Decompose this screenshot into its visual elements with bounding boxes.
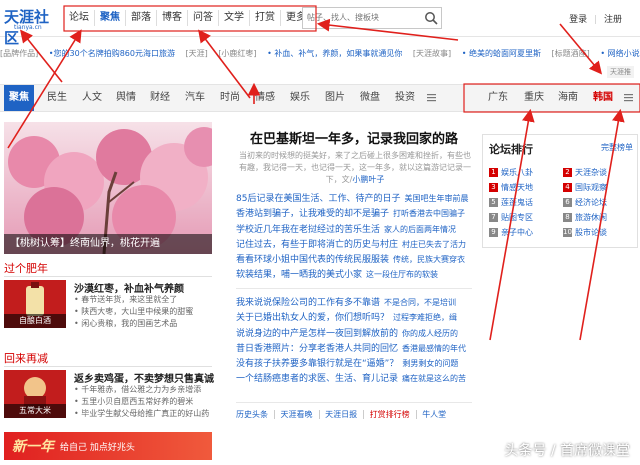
annotation-arrow xyxy=(579,108,625,341)
annotation-box-topnav xyxy=(63,5,317,32)
annotation-arrow xyxy=(7,29,82,149)
watermark-text: 头条号 / 首席微课堂 xyxy=(504,443,630,459)
annotation-arrow xyxy=(559,23,603,75)
annotation-arrow xyxy=(316,18,459,41)
annotation-arrow xyxy=(198,29,251,99)
annotation-arrow xyxy=(489,108,535,341)
annotation-overlay xyxy=(7,5,640,341)
annotation-arrow xyxy=(20,29,63,83)
annotation-box-regions xyxy=(463,83,640,113)
